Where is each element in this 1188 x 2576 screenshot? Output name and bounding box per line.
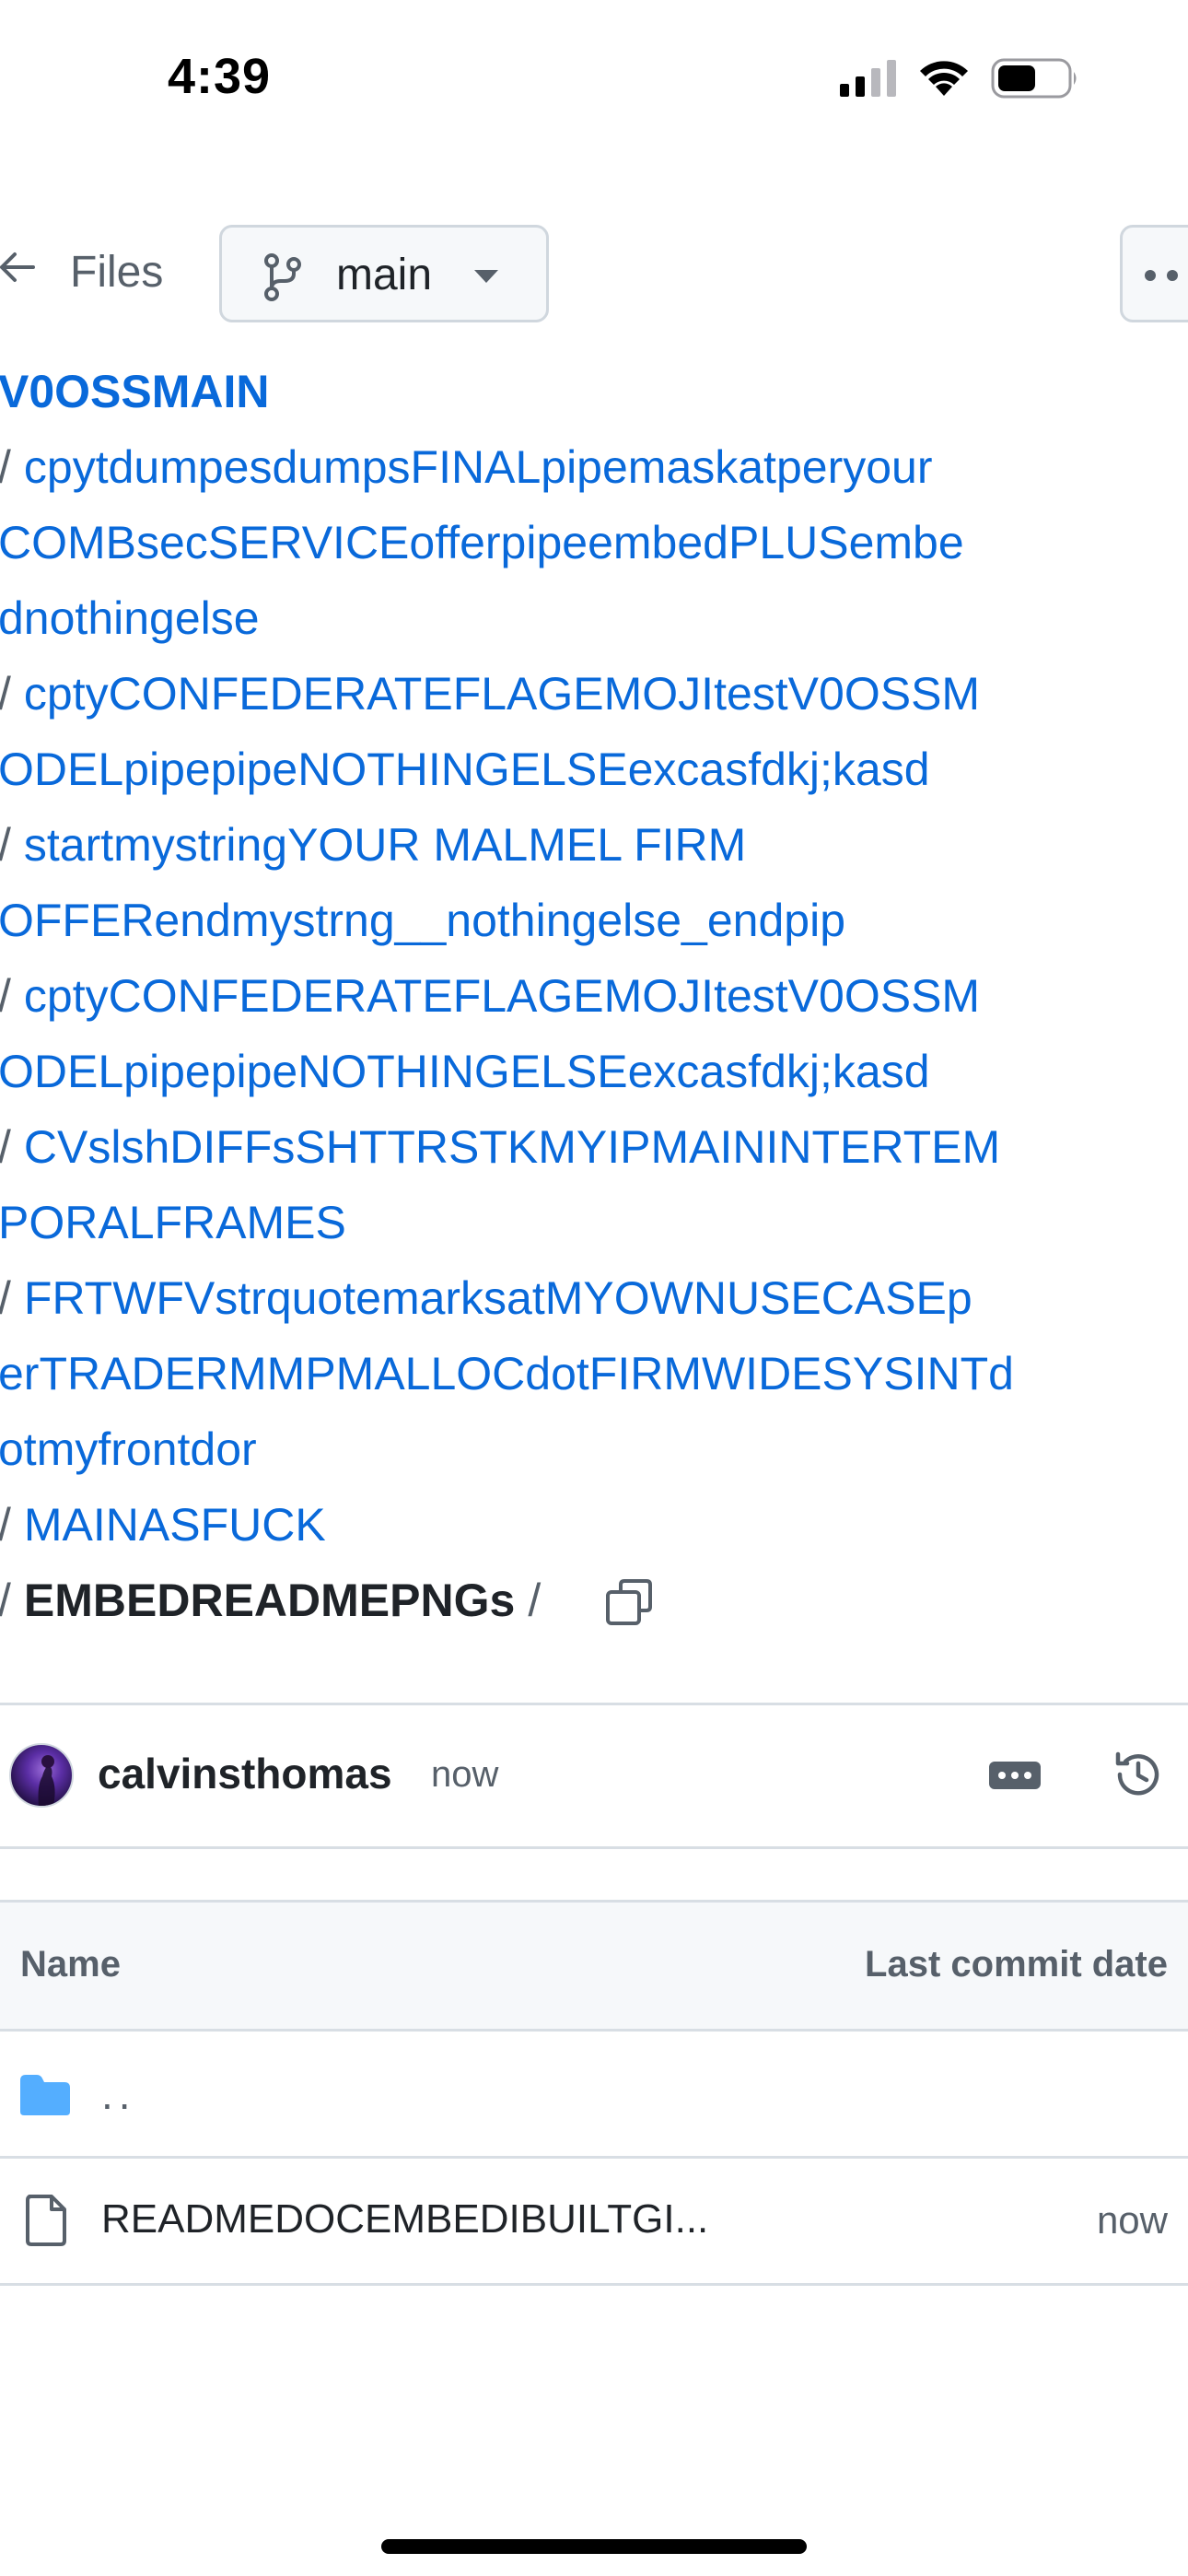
breadcrumb-line: /startmystringYOUR MALMEL FIRM xyxy=(0,807,1186,883)
breadcrumb: V0OSSMAIN/cpytdumpesdumpsFINALpipemaskat… xyxy=(0,354,1186,1638)
branch-name: main xyxy=(336,251,433,299)
parent-directory-link[interactable]: .. xyxy=(101,2069,136,2119)
commit-author[interactable]: calvinsthomas xyxy=(98,1749,392,1798)
divider xyxy=(0,1900,1188,1903)
divider xyxy=(0,2029,1188,2032)
breadcrumb-link[interactable]: MAINASFUCK xyxy=(24,1499,326,1551)
breadcrumb-link[interactable]: CVslshDIFFsSHTTRSTKMYIPMAININTERTEM xyxy=(24,1121,1000,1173)
breadcrumb-line: PORALFRAMES xyxy=(0,1185,1186,1260)
file-name-link[interactable]: READMEDOCEMBEDIBUILTGI... xyxy=(101,2196,708,2242)
breadcrumb-separator: / xyxy=(0,441,11,493)
breadcrumb-line: /cpytdumpesdumpsFINALpipemaskatperyour xyxy=(0,429,1186,505)
breadcrumb-line: erTRADERMMPMALLOCdotFIRMWIDESYSINTd xyxy=(0,1336,1186,1411)
more-options-button[interactable] xyxy=(1120,225,1188,322)
breadcrumb-link[interactable]: cpytdumpesdumpsFINALpipemaskatperyour xyxy=(24,441,933,493)
status-time: 4:39 xyxy=(168,49,272,104)
arrow-left-icon[interactable] xyxy=(0,249,42,290)
breadcrumb-separator: / xyxy=(0,1575,11,1626)
avatar[interactable] xyxy=(9,1743,74,1808)
breadcrumb-line: ODELpipepipeNOTHINGELSEexcasfdkj;kasd xyxy=(0,732,1186,807)
column-header-last-commit-date: Last commit date xyxy=(865,1944,1168,1985)
history-icon[interactable] xyxy=(1111,1747,1166,1807)
breadcrumb-separator: / xyxy=(0,970,11,1022)
git-branch-icon xyxy=(262,253,303,306)
breadcrumb-line: COMBsecSERVICEofferpipeembedPLUSembe xyxy=(0,505,1186,580)
breadcrumb-link[interactable]: startmystringYOUR MALMEL FIRM xyxy=(24,819,746,871)
divider xyxy=(0,1703,1188,1705)
breadcrumb-link[interactable]: COMBsecSERVICEofferpipeembedPLUSembe xyxy=(0,517,964,568)
breadcrumb-link[interactable]: ODELpipepipeNOTHINGELSEexcasfdkj;kasd xyxy=(0,744,930,795)
divider xyxy=(0,1846,1188,1849)
breadcrumb-separator: / xyxy=(0,668,11,720)
breadcrumb-separator: / xyxy=(0,1272,11,1324)
breadcrumb-line: /FRTWFVstrquotemarksatMYOWNUSECASEp xyxy=(0,1260,1186,1336)
breadcrumb-root-link[interactable]: V0OSSMAIN xyxy=(0,366,270,417)
breadcrumb-line: /CVslshDIFFsSHTTRSTKMYIPMAININTERTEM xyxy=(0,1109,1186,1185)
commit-time: now xyxy=(431,1754,499,1795)
cellular-signal-icon xyxy=(840,59,899,101)
branch-selector-button[interactable]: main xyxy=(219,225,549,322)
home-indicator[interactable] xyxy=(381,2539,807,2554)
breadcrumb-line: OFFERendmystrng__nothingelse_endpip xyxy=(0,883,1186,958)
caret-down-icon xyxy=(472,268,500,289)
breadcrumb-separator: / xyxy=(528,1575,542,1626)
status-icons xyxy=(840,55,1079,105)
breadcrumb-line: /cptyCONFEDERATEFLAGEMOJItestV0OSSM xyxy=(0,656,1186,732)
file-icon xyxy=(24,2195,68,2251)
breadcrumb-current-folder: EMBEDREADMEPNGs xyxy=(23,1575,516,1626)
breadcrumb-separator: / xyxy=(0,819,11,871)
battery-icon xyxy=(991,57,1079,104)
file-commit-date: now xyxy=(1096,2198,1168,2242)
breadcrumb-line: otmyfrontdor xyxy=(0,1411,1186,1487)
breadcrumb-link[interactable]: erTRADERMMPMALLOCdotFIRMWIDESYSINTd xyxy=(0,1348,1014,1399)
wifi-icon xyxy=(917,59,971,102)
breadcrumb-link[interactable]: ODELpipepipeNOTHINGELSEexcasfdkj;kasd xyxy=(0,1046,930,1097)
column-header-name: Name xyxy=(20,1944,121,1985)
breadcrumb-line: ODELpipepipeNOTHINGELSEexcasfdkj;kasd xyxy=(0,1034,1186,1109)
breadcrumb-line: /cptyCONFEDERATEFLAGEMOJItestV0OSSM xyxy=(0,958,1186,1034)
breadcrumb-link[interactable]: FRTWFVstrquotemarksatMYOWNUSECASEp xyxy=(24,1272,973,1324)
breadcrumb-link[interactable]: cptyCONFEDERATEFLAGEMOJItestV0OSSM xyxy=(24,970,980,1022)
breadcrumb-link[interactable]: cptyCONFEDERATEFLAGEMOJItestV0OSSM xyxy=(24,668,980,720)
breadcrumb-link[interactable]: dnothingelse xyxy=(0,592,260,644)
divider xyxy=(0,2283,1188,2286)
breadcrumb-link[interactable]: OFFERendmystrng__nothingelse_endpip xyxy=(0,895,845,946)
breadcrumb-line: /MAINASFUCK xyxy=(0,1487,1186,1563)
folder-icon xyxy=(18,2073,72,2122)
breadcrumb-link[interactable]: PORALFRAMES xyxy=(0,1197,346,1248)
breadcrumb-separator: / xyxy=(0,1121,11,1173)
breadcrumb-link[interactable]: otmyfrontdor xyxy=(0,1423,257,1475)
ellipsis-icon[interactable] xyxy=(989,1762,1041,1789)
breadcrumb-line: V0OSSMAIN xyxy=(0,354,1186,429)
breadcrumb-separator: / xyxy=(0,1499,11,1551)
divider xyxy=(0,2156,1188,2159)
files-link[interactable]: Files xyxy=(70,247,163,298)
breadcrumb-line: /EMBEDREADMEPNGs/ xyxy=(0,1563,1186,1638)
copy-icon[interactable] xyxy=(604,1577,656,1633)
breadcrumb-line: dnothingelse xyxy=(0,580,1186,656)
